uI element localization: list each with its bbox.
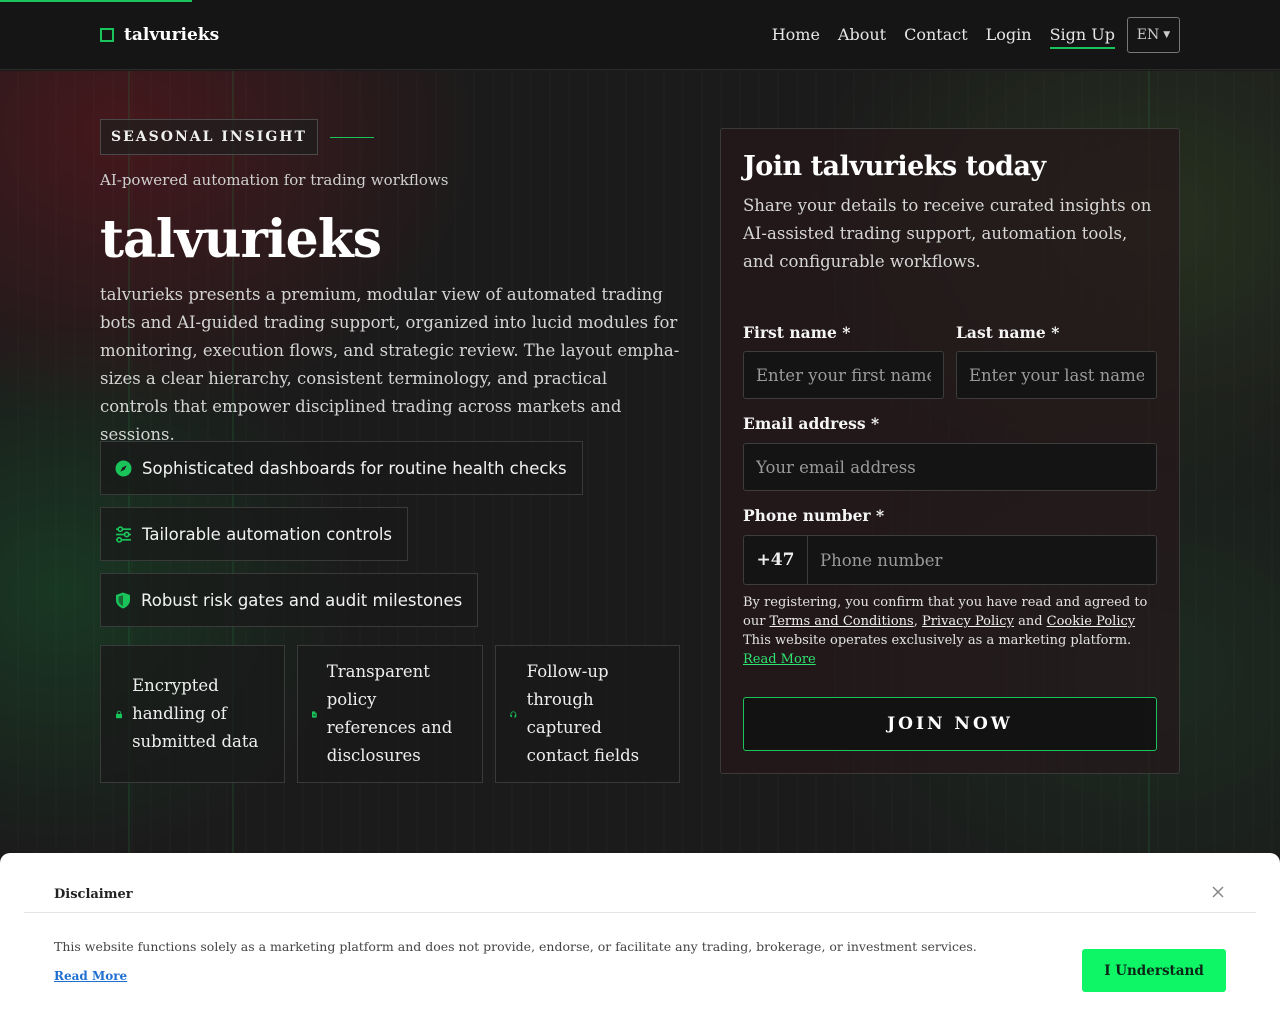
language-code: EN [1136, 26, 1160, 43]
disclaimer-read-more-link[interactable]: Read More [54, 969, 127, 983]
nav-login[interactable]: Login [986, 21, 1032, 48]
eyebrow-row: SEASONAL INSIGHT [100, 119, 374, 155]
hero-title: talvurieks [100, 209, 382, 270]
disclaimer-text: This website functions solely as a marke… [54, 939, 977, 954]
lock-icon [116, 710, 123, 718]
phone-input[interactable] [808, 536, 1156, 584]
hero-description: talvurieks presents a premium, modular v… [100, 285, 680, 444]
terms-link[interactable]: Terms and Conditions [770, 614, 914, 629]
sliders-icon [116, 525, 131, 543]
brand[interactable]: talvurieks [100, 25, 219, 45]
nav-about[interactable]: About [838, 21, 886, 48]
nav-home[interactable]: Home [772, 21, 820, 48]
feature-automation-controls: Tailorable automation controls [100, 507, 409, 561]
document-icon [312, 710, 317, 718]
legal-suffix: This website operates exclusively as a m… [743, 633, 1132, 648]
nav-contact[interactable]: Contact [904, 21, 968, 48]
form-title: Join talvurieks today [743, 151, 1046, 182]
legal-notice: By registering, you confirm that you hav… [743, 593, 1157, 669]
first-name-input[interactable] [743, 351, 944, 399]
card-text: Follow-up through captured contact field… [526, 662, 640, 765]
card-encrypted-data: Encrypted handling of submitted data [100, 645, 285, 783]
hero-section: SEASONAL INSIGHT AI-powered automation f… [0, 71, 1280, 853]
feature-text: Tailorable automation controls [142, 524, 393, 544]
card-follow-up: Follow-up through captured contact field… [495, 645, 680, 783]
last-name-label: Last name * [956, 323, 1060, 342]
phone-country-prefix[interactable]: +47 [744, 536, 808, 584]
last-name-input[interactable] [956, 351, 1157, 399]
phone-field: +47 [743, 535, 1157, 585]
disclaimer-banner: Disclaimer This website functions solely… [0, 853, 1280, 1024]
nav-sign-up[interactable]: Sign Up [1049, 21, 1115, 49]
site-header: talvurieks Home About Contact Login Sign… [0, 0, 1280, 70]
phone-label: Phone number * [743, 506, 885, 525]
form-subtitle: Share your details to receive curated in… [743, 196, 1152, 271]
cookie-link[interactable]: Cookie Policy [1047, 614, 1135, 629]
feature-text: Robust risk gates and audit milestones [141, 590, 463, 610]
hero-tagline: AI-powered automation for trading workfl… [100, 171, 449, 189]
feature-risk-gates: Robust risk gates and audit milestones [100, 573, 479, 627]
legal-and: and [1013, 614, 1047, 629]
compass-icon [115, 460, 132, 476]
top-progress-line [0, 0, 192, 2]
legal-comma: , [913, 614, 922, 629]
email-label: Email address * [743, 414, 880, 433]
card-policy-references: Transparent policy references and disclo… [297, 645, 483, 783]
join-now-button[interactable]: JOIN NOW [743, 697, 1157, 751]
disclaimer-title: Disclaimer [54, 887, 133, 902]
language-selector[interactable]: EN ▼ [1127, 16, 1180, 53]
i-understand-button[interactable]: I Understand [1082, 949, 1226, 992]
brand-name: talvurieks [124, 24, 220, 45]
headset-icon [510, 710, 517, 718]
close-icon[interactable] [1209, 883, 1227, 901]
disclaimer-divider [24, 912, 1256, 913]
first-name-label: First name * [743, 323, 851, 342]
logo-square-icon [100, 27, 114, 42]
caret-down-icon: ▼ [1163, 29, 1171, 40]
eyebrow-divider [329, 136, 374, 138]
read-more-link[interactable]: Read More [743, 652, 816, 667]
card-text: Encrypted handling of submitted data [132, 676, 259, 751]
eyebrow-badge: SEASONAL INSIGHT [100, 119, 318, 155]
feature-text: Sophisticated dashboards for routine hea… [142, 458, 567, 478]
shield-icon [116, 592, 130, 608]
email-input[interactable] [743, 443, 1157, 491]
privacy-link[interactable]: Privacy Policy [922, 614, 1014, 629]
signup-form-card: Join talvurieks today Share your details… [720, 128, 1180, 774]
card-text: Transparent policy references and disclo… [326, 662, 453, 765]
feature-dashboards: Sophisticated dashboards for routine hea… [100, 441, 583, 495]
main-nav: Home About Contact Login Sign Up EN ▼ [754, 16, 1180, 53]
